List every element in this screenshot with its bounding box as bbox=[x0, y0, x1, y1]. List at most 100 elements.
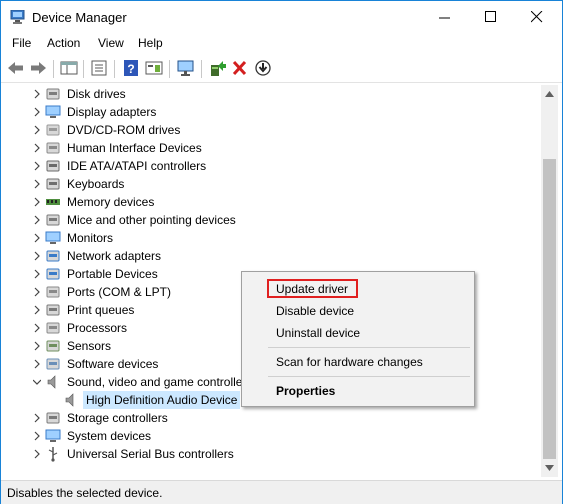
network-adapter-icon bbox=[46, 250, 60, 262]
forward-icon bbox=[31, 62, 46, 74]
chevron-right-icon[interactable] bbox=[33, 179, 41, 189]
tree-item[interactable]: DVD/CD-ROM drives bbox=[5, 121, 540, 139]
tree-item[interactable]: Keyboards bbox=[5, 175, 540, 193]
context-uninstall-device[interactable]: Uninstall device bbox=[276, 326, 360, 340]
forward-button[interactable] bbox=[28, 59, 48, 77]
tree-item[interactable]: Universal Serial Bus controllers bbox=[5, 445, 540, 463]
toolbar-separator bbox=[169, 60, 170, 78]
menu-view[interactable]: View bbox=[98, 36, 124, 50]
tree-item[interactable]: IDE ATA/ATAPI controllers bbox=[5, 157, 540, 175]
portable-device-icon bbox=[46, 268, 60, 280]
vertical-scrollbar[interactable] bbox=[541, 85, 558, 477]
help-button[interactable]: ? bbox=[121, 59, 141, 77]
tree-item-label: Print queues bbox=[67, 303, 135, 317]
action-pane-button[interactable] bbox=[144, 59, 164, 77]
tree-item[interactable]: Monitors bbox=[5, 229, 540, 247]
chevron-right-icon[interactable] bbox=[33, 107, 41, 117]
menu-action[interactable]: Action bbox=[47, 36, 80, 50]
back-button[interactable] bbox=[6, 59, 26, 77]
context-disable-device[interactable]: Disable device bbox=[276, 304, 354, 318]
chevron-right-icon[interactable] bbox=[33, 341, 41, 351]
chevron-right-icon[interactable] bbox=[33, 125, 41, 135]
keyboard-icon bbox=[46, 178, 60, 190]
chevron-right-icon[interactable] bbox=[33, 143, 41, 153]
menu-help[interactable]: Help bbox=[138, 36, 163, 50]
menu-file[interactable]: File bbox=[12, 36, 31, 50]
scan-hardware-button[interactable] bbox=[176, 59, 196, 77]
chevron-right-icon[interactable] bbox=[33, 233, 41, 243]
mouse-icon bbox=[46, 214, 60, 226]
dvd-drive-icon bbox=[46, 124, 60, 136]
tree-item[interactable]: Storage controllers bbox=[5, 409, 540, 427]
tree-item[interactable]: Human Interface Devices bbox=[5, 139, 540, 157]
title-bar[interactable]: Device Manager bbox=[1, 1, 562, 33]
storage-controller-icon bbox=[46, 412, 60, 424]
show-hide-tree-button[interactable] bbox=[59, 59, 79, 77]
tree-item-label: High Definition Audio Device bbox=[83, 391, 241, 409]
context-update-driver[interactable]: Update driver bbox=[276, 282, 348, 296]
memory-icon bbox=[46, 199, 60, 205]
uninstall-button[interactable] bbox=[230, 59, 250, 77]
chevron-right-icon[interactable] bbox=[33, 305, 41, 315]
tree-item-label: Sound, video and game controllers bbox=[67, 375, 253, 389]
tree-item[interactable]: Network adapters bbox=[5, 247, 540, 265]
help-icon: ? bbox=[124, 60, 138, 76]
svg-text:?: ? bbox=[127, 62, 134, 76]
chevron-right-icon[interactable] bbox=[33, 323, 41, 333]
chevron-right-icon[interactable] bbox=[33, 359, 41, 369]
disk-drive-icon bbox=[46, 88, 60, 100]
chevron-right-icon[interactable] bbox=[33, 449, 41, 459]
tree-item-label: Universal Serial Bus controllers bbox=[67, 447, 234, 461]
device-manager-window: Device Manager File Action View Help ? D… bbox=[0, 0, 563, 504]
maximize-button[interactable] bbox=[468, 1, 514, 33]
tree-item-label: Processors bbox=[67, 321, 128, 335]
status-bar: Disables the selected device. bbox=[1, 480, 562, 504]
tree-item-label: IDE ATA/ATAPI controllers bbox=[67, 159, 207, 173]
tree-item-label: Portable Devices bbox=[67, 267, 158, 281]
chevron-right-icon[interactable] bbox=[33, 89, 41, 99]
window-title: Device Manager bbox=[32, 10, 127, 25]
tree-item-label: DVD/CD-ROM drives bbox=[67, 123, 181, 137]
properties-button[interactable] bbox=[89, 59, 109, 77]
chevron-right-icon[interactable] bbox=[33, 287, 41, 297]
tree-item[interactable]: Display adapters bbox=[5, 103, 540, 121]
printer-icon bbox=[46, 304, 60, 316]
tree-item-label: Sensors bbox=[67, 339, 112, 353]
chevron-right-icon[interactable] bbox=[33, 431, 41, 441]
monitor-icon bbox=[45, 231, 61, 244]
uninstall-icon bbox=[232, 60, 247, 76]
status-text: Disables the selected device. bbox=[7, 486, 163, 500]
action-pane-icon bbox=[145, 61, 163, 75]
update-driver-button[interactable] bbox=[207, 59, 227, 77]
port-icon bbox=[46, 286, 60, 298]
minimize-button[interactable] bbox=[422, 1, 468, 33]
chevron-right-icon[interactable] bbox=[33, 197, 41, 207]
system-device-icon bbox=[45, 429, 61, 442]
scroll-up-icon[interactable] bbox=[545, 91, 554, 97]
tree-item[interactable]: System devices bbox=[5, 427, 540, 445]
tree-item[interactable]: Memory devices bbox=[5, 193, 540, 211]
disable-button[interactable] bbox=[253, 59, 273, 77]
tree-item[interactable]: Disk drives bbox=[5, 85, 540, 103]
tree-item-label: Memory devices bbox=[67, 195, 155, 209]
tree-item[interactable]: Mice and other pointing devices bbox=[5, 211, 540, 229]
back-icon bbox=[8, 62, 23, 74]
toolbar-separator bbox=[83, 60, 84, 78]
minimize-icon bbox=[439, 17, 450, 19]
chevron-right-icon[interactable] bbox=[33, 413, 41, 423]
tree-item-label: Software devices bbox=[67, 357, 159, 371]
scrollbar-thumb[interactable] bbox=[543, 159, 556, 459]
software-device-icon bbox=[46, 358, 60, 370]
close-button[interactable] bbox=[514, 1, 560, 33]
context-scan-hardware[interactable]: Scan for hardware changes bbox=[276, 355, 423, 369]
chevron-right-icon[interactable] bbox=[33, 269, 41, 279]
ide-controller-icon bbox=[46, 160, 60, 172]
chevron-right-icon[interactable] bbox=[33, 251, 41, 261]
chevron-right-icon[interactable] bbox=[33, 161, 41, 171]
chevron-down-icon[interactable] bbox=[33, 377, 41, 387]
chevron-right-icon[interactable] bbox=[33, 215, 41, 225]
tree-item-label: System devices bbox=[67, 429, 152, 443]
context-properties[interactable]: Properties bbox=[276, 384, 335, 398]
scroll-down-icon[interactable] bbox=[545, 465, 554, 471]
show-hide-console-tree-icon bbox=[60, 61, 78, 75]
